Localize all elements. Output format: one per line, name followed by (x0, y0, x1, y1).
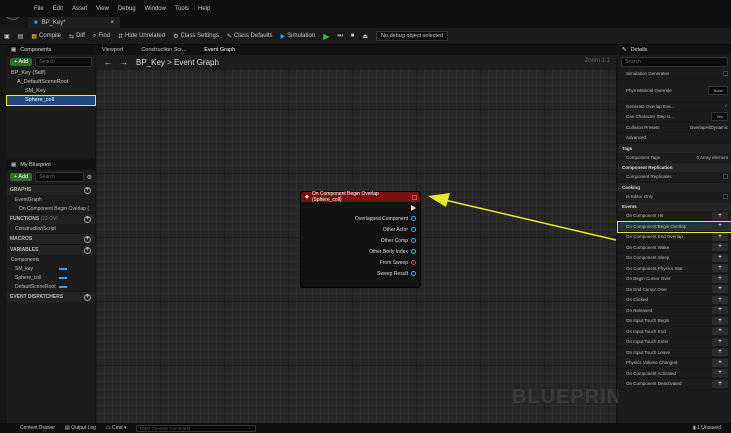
add-event-button[interactable]: + (712, 306, 728, 315)
event-row[interactable]: On Clicked + (618, 295, 731, 306)
event-label: On Input Touch End (626, 328, 666, 334)
console-input[interactable]: Enter Console Command (136, 424, 257, 432)
status-bar: Content Drawer ▤ Output Log ▭ Cmd ▾ Ente… (0, 423, 731, 433)
collision-preset-value[interactable]: OverlapAllDynamic (690, 125, 728, 130)
event-row[interactable]: On Input Touch End + (618, 327, 731, 337)
event-label: On Begin Cursor Over (626, 276, 671, 282)
events-list: On Component Hit + On Component Begin Ove… (617, 211, 731, 390)
detail-row: Can Character Step U... Yes (618, 112, 731, 123)
checkbox[interactable] (723, 174, 728, 180)
add-event-button[interactable]: + (712, 285, 728, 294)
add-event-button[interactable]: + (712, 211, 728, 220)
event-label: On Component Sleep (626, 255, 670, 261)
add-event-button[interactable]: + (712, 295, 728, 304)
events-section[interactable]: Events (618, 202, 731, 211)
details-search-wrap: Search (618, 55, 731, 69)
event-row-selected[interactable]: On Component Begin Overlap + (617, 220, 731, 233)
event-row[interactable]: On Component Hit + (618, 211, 731, 222)
step-up-dropdown[interactable]: Yes (711, 112, 728, 122)
event-label: On Component Physics Stat (626, 265, 683, 271)
add-event-button[interactable]: + (712, 264, 728, 273)
event-label: On Input Touch Leave (626, 349, 670, 355)
add-event-button[interactable]: + (712, 327, 728, 336)
add-event-button[interactable]: + (712, 253, 728, 262)
detail-row: Simulation Generates (618, 69, 731, 80)
details-panel: ✎ Details Search Simulation Generates Phy… (617, 45, 731, 423)
detail-label: Simulation Generates (626, 71, 670, 77)
event-label: On Component Begin Overlap (626, 223, 687, 229)
detail-label: Component Replicates (626, 174, 672, 180)
detail-row[interactable]: Collision Presets OverlapAllDynamic (618, 123, 731, 133)
event-row[interactable]: On Input Touch Enter + (618, 337, 731, 348)
event-label: On Component Deactivated (626, 381, 682, 387)
details-tab-label: Details (630, 47, 648, 53)
event-label: On Component Wake (626, 244, 670, 250)
add-event-button[interactable]: + (712, 379, 728, 388)
event-label: On Input Touch Begin (626, 318, 670, 324)
checkbox[interactable] (723, 193, 728, 199)
event-label: On Input Touch Enter (626, 339, 669, 345)
details-tab[interactable]: ✎ Details (618, 45, 731, 55)
detail-row: Is Editor Only (618, 192, 731, 202)
event-row[interactable]: On End Cursor Over + (618, 285, 731, 295)
event-row[interactable]: On Component Sleep + (618, 253, 731, 264)
add-event-button[interactable]: + (712, 232, 728, 241)
event-row[interactable]: On Component Physics Stat + (618, 264, 731, 274)
editor-window: File Edit Asset View Debug Window Tools … (0, 0, 731, 433)
cooking-section[interactable]: Cooking (618, 182, 731, 192)
event-label: On Component End Overlap (626, 234, 683, 240)
checkbox[interactable] (723, 71, 728, 77)
cmd-dropdown[interactable]: ▭ Cmd ▾ (106, 425, 127, 431)
detail-label: Phys Material Override (626, 87, 672, 93)
add-event-button[interactable]: + (712, 316, 728, 325)
event-row[interactable]: On Component Deactivated + (618, 379, 731, 390)
cmd-label: Cmd (112, 425, 123, 431)
detail-row: Component Replicates (618, 172, 731, 183)
replication-section[interactable]: Component Replication (618, 163, 731, 172)
event-row[interactable]: On Component End Overlap + (618, 232, 731, 243)
output-log-button[interactable]: ▤ Output Log (65, 425, 96, 431)
output-log-label: Output Log (71, 425, 96, 431)
event-row[interactable]: Physics Volume Changed + (618, 358, 731, 369)
tags-section[interactable]: Tags (618, 143, 731, 153)
details-search-input[interactable]: Search (621, 57, 728, 67)
unsaved-label: 1 Unsaved (697, 425, 721, 431)
detail-label: Advanced (626, 135, 647, 141)
add-event-button[interactable]: + (712, 274, 728, 283)
event-row[interactable]: On Released + (618, 306, 731, 316)
event-label: On Clicked (626, 297, 649, 303)
event-row[interactable]: On Begin Cursor Over + (618, 274, 731, 285)
detail-row: Component Tags 0 Array element (618, 153, 731, 163)
detail-label: Is Editor Only (626, 193, 654, 199)
event-row[interactable]: On Component Activated + (618, 369, 731, 379)
tags-value: 0 Array element (696, 154, 728, 160)
detail-label: Component Tags (626, 154, 660, 160)
event-row[interactable]: On Input Touch Begin + (618, 316, 731, 327)
detail-label: Can Character Step U... (626, 114, 675, 120)
event-label: Physics Volume Changed (626, 360, 678, 366)
add-event-button[interactable]: + (712, 222, 728, 231)
detail-label: Generate Overlap Eve... (626, 103, 675, 109)
event-label: On End Cursor Over (626, 286, 668, 292)
checkmark-icon[interactable]: ✓ (724, 103, 728, 109)
event-row[interactable]: On Input Touch Leave + (618, 348, 731, 358)
add-event-button[interactable]: + (712, 243, 728, 252)
unsaved-indicator[interactable]: ▮ 1 Unsaved (693, 425, 721, 431)
event-label: On Component Activated (626, 370, 677, 376)
detail-row: Generate Overlap Eve... ✓ (618, 102, 731, 112)
detail-row: Phys Material Override None (618, 80, 731, 102)
detail-row[interactable]: Advanced (618, 133, 731, 144)
event-label: On Component Hit (626, 213, 664, 219)
event-label: On Released (626, 307, 653, 313)
phys-material-dropdown[interactable]: None (708, 85, 728, 95)
detail-label: Collision Presets (626, 124, 660, 130)
add-event-button[interactable]: + (712, 337, 728, 346)
add-event-button[interactable]: + (712, 348, 728, 357)
add-event-button[interactable]: + (712, 369, 728, 378)
event-row[interactable]: On Component Wake + (618, 243, 731, 253)
pencil-icon: ✎ (622, 47, 627, 53)
add-event-button[interactable]: + (712, 358, 728, 367)
content-drawer-button[interactable]: Content Drawer (20, 425, 55, 431)
